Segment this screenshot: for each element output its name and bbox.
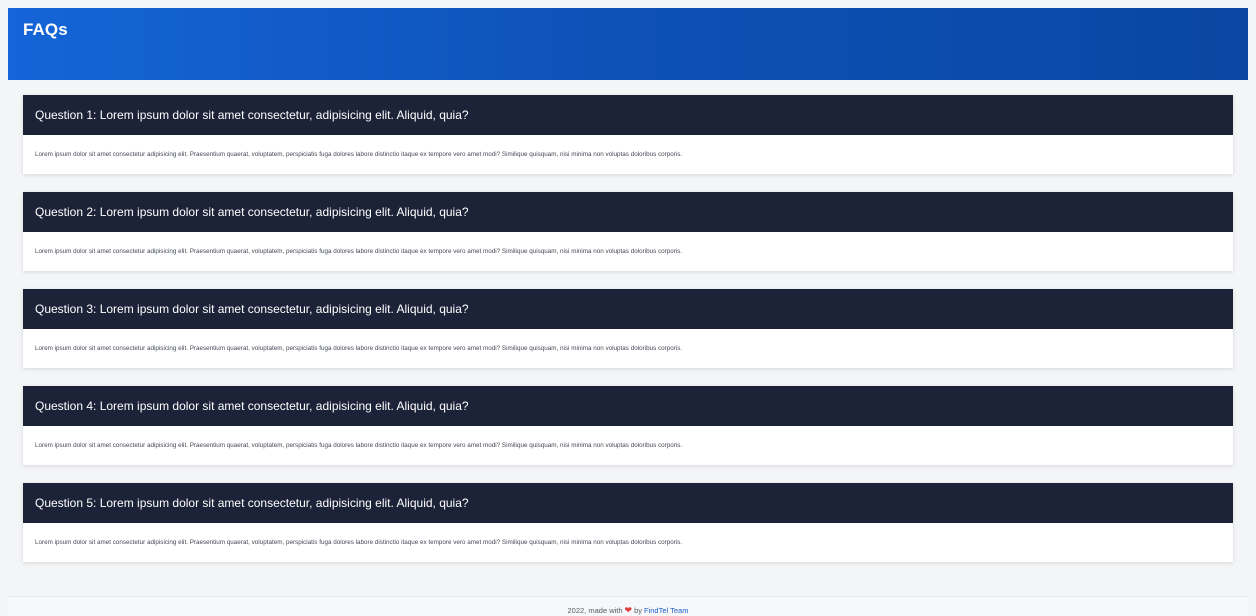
page: FAQs Question 1: Lorem ipsum dolor sit a… xyxy=(0,0,1256,616)
faq-answer-1: Lorem ipsum dolor sit amet consectetur a… xyxy=(35,151,683,158)
faq-answer-4: Lorem ipsum dolor sit amet consectetur a… xyxy=(35,442,683,449)
faq-answer-5: Lorem ipsum dolor sit amet consectetur a… xyxy=(35,539,683,546)
faq-item-2: Question 2: Lorem ipsum dolor sit amet c… xyxy=(23,192,1233,271)
faq-question-1[interactable]: Question 1: Lorem ipsum dolor sit amet c… xyxy=(23,95,1233,135)
faq-answer-2: Lorem ipsum dolor sit amet consectetur a… xyxy=(35,248,683,255)
team-link[interactable]: FindTel Team xyxy=(644,606,688,615)
faq-item-1: Question 1: Lorem ipsum dolor sit amet c… xyxy=(23,95,1233,174)
faq-question-2[interactable]: Question 2: Lorem ipsum dolor sit amet c… xyxy=(23,192,1233,232)
faq-item-4: Question 4: Lorem ipsum dolor sit amet c… xyxy=(23,386,1233,465)
faq-item-3: Question 3: Lorem ipsum dolor sit amet c… xyxy=(23,289,1233,368)
faq-item-5: Question 5: Lorem ipsum dolor sit amet c… xyxy=(23,483,1233,562)
footer-prefix: 2022, made with xyxy=(567,606,623,615)
page-title: FAQs xyxy=(23,20,68,39)
faq-question-5[interactable]: Question 5: Lorem ipsum dolor sit amet c… xyxy=(23,483,1233,523)
faq-question-4[interactable]: Question 4: Lorem ipsum dolor sit amet c… xyxy=(23,386,1233,426)
heart-icon: ❤ xyxy=(624,605,633,615)
faq-question-3[interactable]: Question 3: Lorem ipsum dolor sit amet c… xyxy=(23,289,1233,329)
faq-list: Question 1: Lorem ipsum dolor sit amet c… xyxy=(8,80,1248,562)
footer-by: by xyxy=(634,606,643,615)
page-header: FAQs xyxy=(8,8,1248,80)
page-footer: 2022, made with ❤ by FindTel Team xyxy=(8,596,1248,616)
faq-answer-3: Lorem ipsum dolor sit amet consectetur a… xyxy=(35,345,683,352)
